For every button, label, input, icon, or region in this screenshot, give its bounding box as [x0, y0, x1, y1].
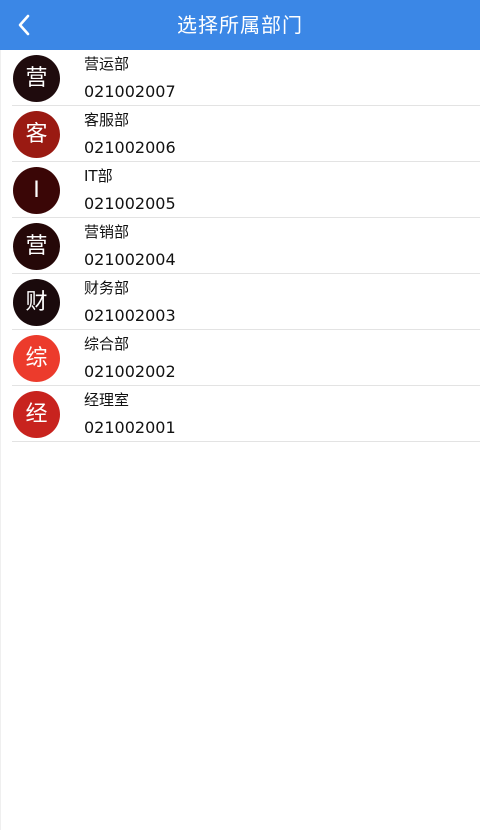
department-list: 营 营运部 021002007 客 客服部 021002006 I IT部 02… — [0, 50, 480, 442]
list-item[interactable]: 营 营销部 021002004 — [0, 218, 480, 274]
list-item[interactable]: 营 营运部 021002007 — [0, 50, 480, 106]
avatar: 财 — [13, 279, 60, 326]
avatar: 营 — [13, 223, 60, 270]
department-name: 客服部 — [84, 111, 130, 129]
department-code: 021002001 — [84, 418, 176, 437]
list-item[interactable]: I IT部 021002005 — [0, 162, 480, 218]
back-button[interactable] — [8, 8, 40, 42]
avatar: 经 — [13, 391, 60, 438]
chevron-left-icon — [18, 14, 30, 36]
department-name: IT部 — [84, 167, 113, 185]
department-name: 财务部 — [84, 279, 130, 297]
department-code: 021002002 — [84, 362, 176, 381]
department-code: 021002004 — [84, 250, 176, 269]
department-code: 021002005 — [84, 194, 176, 213]
list-item[interactable]: 综 综合部 021002002 — [0, 330, 480, 386]
department-code: 021002006 — [84, 138, 176, 157]
list-item[interactable]: 客 客服部 021002006 — [0, 106, 480, 162]
avatar: 营 — [13, 55, 60, 102]
department-name: 综合部 — [84, 335, 130, 353]
department-name: 营销部 — [84, 223, 130, 241]
list-item[interactable]: 经 经理室 021002001 — [0, 386, 480, 442]
department-name: 营运部 — [84, 55, 130, 73]
page-title: 选择所属部门 — [177, 13, 303, 37]
list-item[interactable]: 财 财务部 021002003 — [0, 274, 480, 330]
top-app-bar: 选择所属部门 — [0, 0, 480, 50]
department-code: 021002003 — [84, 306, 176, 325]
department-name: 经理室 — [84, 391, 130, 409]
avatar: 客 — [13, 111, 60, 158]
avatar: I — [13, 167, 60, 214]
avatar: 综 — [13, 335, 60, 382]
department-code: 021002007 — [84, 82, 176, 101]
